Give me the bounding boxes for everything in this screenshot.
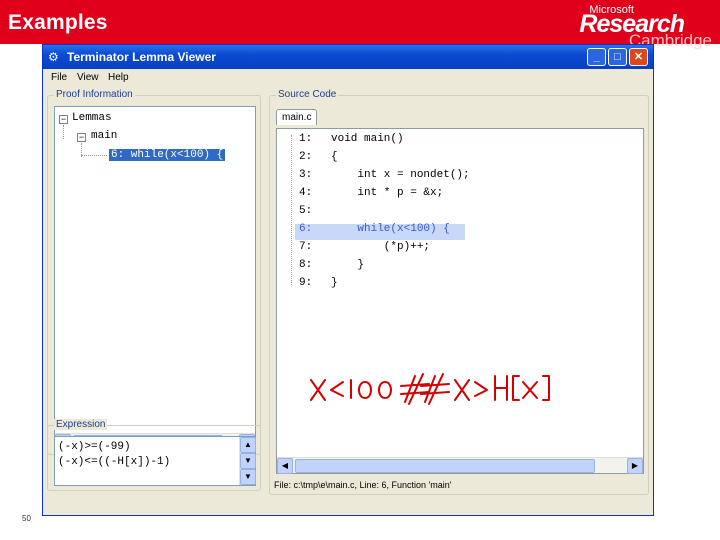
- line-number: 1:: [299, 133, 313, 145]
- tree-node-lemmas[interactable]: Lemmas: [72, 112, 112, 124]
- tree-connector: [63, 125, 64, 139]
- line-text: int * p = &x;: [331, 187, 444, 199]
- maximize-button[interactable]: □: [608, 48, 627, 66]
- status-bar: File: c:\tmp\e\main.c, Line: 6, Function…: [274, 480, 452, 490]
- tree-connector: [81, 155, 107, 156]
- line-number: 8:: [299, 259, 313, 271]
- line-number: 7:: [299, 241, 313, 253]
- window-title: Terminator Lemma Viewer: [67, 50, 216, 64]
- source-code-group: Source Code main.c 1: void main() 2: { 3…: [269, 89, 649, 495]
- line-number: 5:: [299, 205, 313, 217]
- line-number: 3:: [299, 169, 313, 181]
- proof-information-label: Proof Information: [54, 89, 135, 100]
- proof-information-group: Proof Information − Lemmas − main 6: whi…: [47, 89, 261, 455]
- expression-label: Expression: [54, 419, 108, 430]
- expression-group: Expression (-x)>=(-99) (-x)<=((-H[x])-1)…: [47, 419, 261, 491]
- lemma-tree[interactable]: − Lemmas − main 6: while(x<100) { ◀ ▶: [54, 106, 256, 450]
- menu-bar: File View Help: [43, 70, 653, 86]
- annotation-strokes: [310, 373, 550, 405]
- gear-icon: ⚙: [48, 50, 59, 64]
- scroll-left-icon[interactable]: ◀: [277, 458, 293, 474]
- source-code-label: Source Code: [276, 89, 339, 100]
- expression-line: (-x)>=(-99): [58, 441, 131, 453]
- slide-header: Examples Microsoft Research Cambridge: [0, 0, 720, 50]
- expression-line: (-x)<=((-H[x])-1): [58, 456, 171, 468]
- code-scroll-thumb[interactable]: [295, 459, 595, 473]
- terminator-window: ⚙ Terminator Lemma Viewer _ □ ✕ File Vie…: [42, 44, 654, 516]
- line-text: while(x<100) {: [331, 223, 450, 235]
- scroll-down-icon[interactable]: ▼: [240, 453, 256, 469]
- line-number: 2:: [299, 151, 313, 163]
- slide-number: 50: [22, 514, 31, 523]
- microsoft-research-logo: Microsoft Research Cambridge: [562, 2, 712, 50]
- scroll-right-icon[interactable]: ▶: [627, 458, 643, 474]
- minimize-button[interactable]: _: [587, 48, 606, 66]
- menu-help[interactable]: Help: [108, 72, 129, 83]
- window-titlebar[interactable]: ⚙ Terminator Lemma Viewer _ □ ✕: [43, 45, 653, 69]
- line-number: 4:: [299, 187, 313, 199]
- line-text: int x = nondet();: [331, 169, 470, 181]
- line-text: {: [331, 151, 338, 163]
- handwritten-annotation: [310, 373, 550, 405]
- tab-main-c[interactable]: main.c: [276, 109, 318, 125]
- collapse-main-icon[interactable]: −: [77, 133, 86, 142]
- line-text: }: [331, 277, 338, 289]
- slide-title: Examples: [8, 11, 108, 34]
- expression-box[interactable]: (-x)>=(-99) (-x)<=((-H[x])-1) ▲ ▼ ▼: [54, 436, 256, 486]
- menu-file[interactable]: File: [51, 72, 67, 83]
- scroll-down-icon[interactable]: ▼: [240, 469, 256, 485]
- scroll-up-icon[interactable]: ▲: [240, 437, 256, 453]
- code-gutter-line: [291, 135, 292, 285]
- tree-node-line-6[interactable]: 6: while(x<100) {: [109, 149, 226, 161]
- code-editor[interactable]: 1: void main() 2: { 3: int x = nondet();…: [276, 128, 644, 474]
- tree-node-main[interactable]: main: [91, 130, 117, 142]
- code-horizontal-scrollbar[interactable]: ◀ ▶: [277, 457, 643, 474]
- expression-vertical-scrollbar[interactable]: ▲ ▼ ▼: [239, 437, 256, 485]
- line-number: 6:: [299, 223, 313, 235]
- line-number: 9:: [299, 277, 313, 289]
- line-text: void main(): [331, 133, 404, 145]
- close-button[interactable]: ✕: [629, 48, 648, 66]
- line-text: }: [331, 259, 365, 271]
- collapse-lemmas-icon[interactable]: −: [59, 115, 68, 124]
- menu-view[interactable]: View: [77, 72, 99, 83]
- line-text: (*p)++;: [331, 241, 431, 253]
